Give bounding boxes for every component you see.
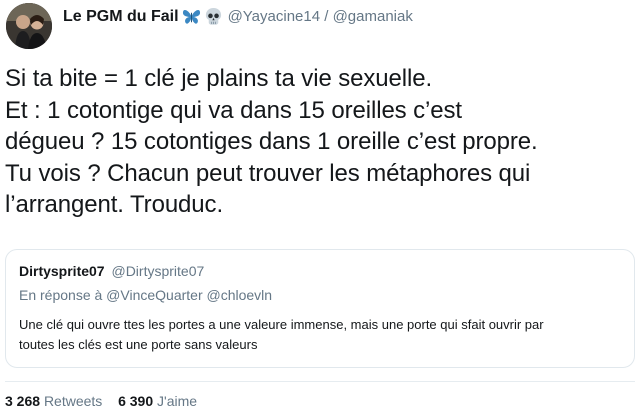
tweet-text: Si ta bite = 1 clé je plains ta vie sexu… [5, 63, 635, 221]
author-names: Le PGM du Fail @Yayacine14 / @gamaniak [63, 7, 413, 26]
quoted-author-handle: @Dirtysprite07 [111, 263, 205, 279]
tweet-header: Le PGM du Fail @Yayacine14 / @gamaniak [6, 3, 413, 55]
tweet-stats: 3 268 Retweets 6 390 J'aime [5, 393, 197, 409]
retweets-stat[interactable]: 3 268 Retweets [5, 393, 106, 409]
tweet-text-line: Si ta bite = 1 clé je plains ta vie sexu… [5, 65, 433, 92]
quoted-author-name: Dirtysprite07 [19, 263, 105, 279]
retweets-count: 3 268 [5, 393, 41, 409]
tweet-card: Le PGM du Fail @Yayacine14 / @gamaniak S… [0, 0, 640, 417]
quoted-text-line: toutes les clés est une porte sans valeu… [19, 337, 258, 352]
skull-icon [204, 7, 223, 26]
quoted-tweet-text: Une clé qui ouvre ttes les portes a une … [19, 315, 622, 355]
quoted-text-line: Une clé qui ouvre ttes les portes a une … [19, 317, 544, 332]
quoted-tweet[interactable]: Dirtysprite07 @Dirtysprite07 En réponse … [5, 249, 635, 368]
butterfly-icon [182, 7, 201, 26]
avatar[interactable] [6, 3, 52, 49]
divider [5, 381, 635, 382]
tweet-text-line: Et : 1 cotontige qui va dans 15 oreilles… [5, 96, 463, 124]
tweet-text-line: l’arrangent. Trouduc. [5, 191, 224, 218]
display-name[interactable]: Le PGM du Fail [63, 8, 179, 26]
reply-context: En réponse à @VinceQuarter @chloevln [19, 287, 273, 303]
retweets-label: Retweets [43, 393, 103, 409]
tweet-text-line: Tu vois ? Chacun peut trouver les métaph… [5, 159, 531, 187]
likes-stat[interactable]: 6 390 J'aime [118, 393, 197, 409]
author-handle[interactable]: @Yayacine14 / @gamaniak [228, 8, 413, 25]
likes-label: J'aime [157, 393, 198, 409]
quoted-tweet-header: Dirtysprite07 @Dirtysprite07 [19, 263, 622, 279]
tweet-text-line: dégueu ? 15 cotontiges dans 1 oreille c’… [5, 128, 538, 155]
likes-count: 6 390 [118, 393, 154, 409]
